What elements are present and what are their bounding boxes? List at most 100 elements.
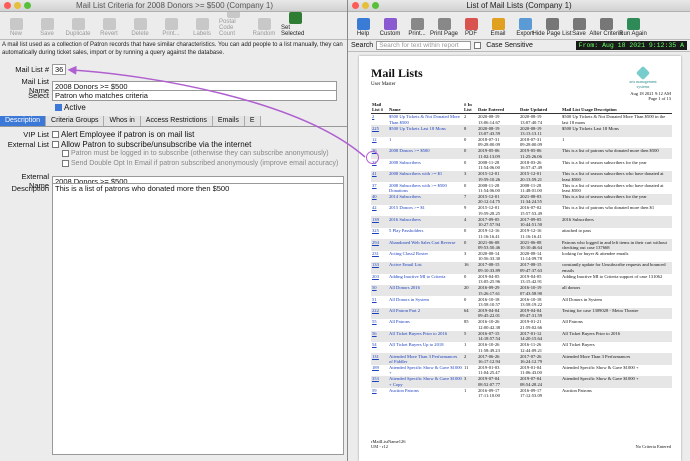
print-page-button[interactable]: Print Page xyxy=(430,18,458,39)
report-window-titlebar[interactable]: List of Mail Lists (Company 1) xyxy=(348,0,690,12)
mail-list-number-link[interactable]: 41 xyxy=(372,171,377,176)
name-cell: All Ticket Buyers Up to 2018 xyxy=(389,342,444,348)
tab-description[interactable]: Description xyxy=(0,116,47,126)
mail-list-number-link[interactable]: 42 xyxy=(372,205,377,210)
save-button[interactable]: Save xyxy=(33,18,61,39)
criteria-filter-display: From: Aug 18 2021 9:12:35 A xyxy=(575,41,687,50)
vip-checkbox[interactable] xyxy=(52,131,59,138)
mail-list-number-cell: 231 xyxy=(371,251,388,262)
zoom-icon[interactable] xyxy=(24,2,31,9)
tab-access-restrictions[interactable]: Access Restrictions xyxy=(140,116,213,126)
mail-list-number-link[interactable]: 231 xyxy=(372,251,379,256)
email-icon xyxy=(491,18,505,30)
mail-list-number-link[interactable]: 189 xyxy=(372,365,379,370)
new-button[interactable]: New xyxy=(2,18,30,39)
name-cell: 2008 Subscribers xyxy=(389,159,421,165)
print-button[interactable]: Print... xyxy=(404,18,430,39)
mail-list-number-link[interactable]: 325 xyxy=(372,228,379,233)
close-icon[interactable] xyxy=(352,2,359,9)
mail-list-number-link[interactable]: 225 xyxy=(372,126,379,131)
hide-page-list-button[interactable]: Hide Page List xyxy=(532,18,572,39)
pdf-icon xyxy=(464,18,478,30)
tab-criteria-groups[interactable]: Criteria Groups xyxy=(46,116,105,126)
double-opt-in-checkbox[interactable] xyxy=(62,160,69,167)
date-entered-cell: 2020-08-14 10:56:33.30 xyxy=(478,250,501,262)
count-cell: 2 xyxy=(464,114,467,120)
tab-emails[interactable]: Emails xyxy=(212,116,245,126)
table-row: 133 Active Email List 16 2017-08-15 09:10:3… xyxy=(371,262,672,274)
help-button[interactable]: Help xyxy=(350,18,376,39)
count-cell: 5 xyxy=(463,330,477,342)
external-list-checkbox[interactable] xyxy=(52,141,59,148)
run-again-button[interactable]: Run Again xyxy=(619,18,647,39)
custom-button[interactable]: Custom xyxy=(377,18,403,39)
date-updated-cell: 2016-09-17 17:12:53.09 xyxy=(520,387,543,399)
toolbar-button-label: Revert xyxy=(100,31,118,37)
column-header: Date Updated xyxy=(519,102,561,114)
mail-list-number-cell: 42 xyxy=(371,205,388,216)
count-cell: 0 xyxy=(464,182,467,188)
usage-description-cell: All Ticket Buyers Prior to 2016 xyxy=(561,330,672,342)
mail-list-number-link[interactable]: 37 xyxy=(372,183,377,188)
mail-list-number-link[interactable]: 203 xyxy=(372,274,379,279)
search-input[interactable]: Search for text within report xyxy=(376,41,472,50)
mail-list-number-link[interactable]: 294 xyxy=(372,240,379,245)
revert-button[interactable]: Revert xyxy=(95,18,123,39)
date-updated-cell: 2016-07-02 15:57:53.49 xyxy=(520,205,543,216)
toolbar-button-label: Export xyxy=(516,31,534,37)
date-entered-cell: 2016-09-29 15:26:17.61 xyxy=(477,284,519,297)
name-cell: Auction Patrons xyxy=(389,387,419,393)
mail-list-number-link[interactable]: 51 xyxy=(372,297,377,302)
mail-list-number-link[interactable]: 2 xyxy=(372,114,374,119)
mail-list-number-link[interactable]: 131 xyxy=(372,354,379,359)
toolbar-button-label: Delete xyxy=(131,31,149,37)
mail-list-number-link[interactable]: 133 xyxy=(372,262,379,267)
date-entered-cell: 2019-04-05 13:05:25.96 xyxy=(478,273,501,285)
zoom-icon[interactable] xyxy=(372,2,379,9)
close-icon[interactable] xyxy=(4,2,11,9)
criteria-window-titlebar[interactable]: Mail List Criteria for 2008 Donors >= $5… xyxy=(0,0,349,12)
mail-list-number-cell: 133 xyxy=(371,262,388,274)
toolbar-button-label: Custom xyxy=(379,31,401,37)
duplicate-button[interactable]: Duplicate xyxy=(64,18,92,39)
alter-criteria-button[interactable]: Alter Criteria xyxy=(589,18,623,39)
mail-list-number-link[interactable]: 12 xyxy=(372,137,377,142)
login-required-checkbox[interactable] xyxy=(62,150,69,157)
usage-description-cell: looking for buyer & attendee emails xyxy=(562,250,629,256)
set-selected-button[interactable]: Set Selected xyxy=(281,12,309,39)
count-cell: 1 xyxy=(464,387,467,393)
email-button[interactable]: Email xyxy=(485,18,511,39)
case-sensitive-checkbox[interactable] xyxy=(474,42,482,49)
usage-description-cell: $500 Up Tickets & Not Donated More Than … xyxy=(562,114,666,125)
description-textarea[interactable]: This is a list of patrons who donated mo… xyxy=(52,183,344,455)
mail-list-number-field[interactable]: 36 xyxy=(52,64,66,75)
mail-list-number-link[interactable]: 40 xyxy=(372,194,377,199)
print-button[interactable]: Print... xyxy=(157,18,185,39)
tab-whos-in[interactable]: Whos in xyxy=(104,116,141,126)
count-cell: 0 xyxy=(464,296,467,302)
save-button[interactable]: Save xyxy=(566,18,592,39)
delete-button[interactable]: Delete xyxy=(126,18,154,39)
random-icon xyxy=(257,18,271,30)
mail-list-number-link[interactable]: 50 xyxy=(372,285,377,290)
select-dropdown[interactable]: Patron who matches criteria xyxy=(52,90,337,101)
mail-list-number-cell: 54 xyxy=(371,342,388,353)
mail-list-number-link[interactable]: 55 xyxy=(372,319,377,324)
minimize-icon[interactable] xyxy=(14,2,21,9)
mail-list-number-link[interactable]: 353 xyxy=(372,376,379,381)
active-checkbox[interactable] xyxy=(55,104,62,111)
random-button[interactable]: Random xyxy=(250,18,278,39)
mail-list-number-link[interactable]: 59 xyxy=(372,388,377,393)
minimize-icon[interactable] xyxy=(362,2,369,9)
name-cell: 5 Play Passholders xyxy=(389,228,424,234)
mail-list-number-link[interactable]: 54 xyxy=(372,342,377,347)
tab-e[interactable]: E xyxy=(244,116,261,126)
pdf-button[interactable]: PDF xyxy=(458,18,484,39)
mail-list-number-link[interactable]: 56 xyxy=(372,331,377,336)
mail-list-number-link[interactable]: 139 xyxy=(372,217,379,222)
mail-list-number-link[interactable]: 222 xyxy=(372,308,379,313)
company-logo: arts management systems xyxy=(623,65,663,89)
labels-button[interactable]: Labels xyxy=(188,18,216,39)
mail-list-number-cell: 50 xyxy=(371,284,388,297)
date-updated-cell: 2020-08-19 13:07:40.74 xyxy=(520,114,543,125)
